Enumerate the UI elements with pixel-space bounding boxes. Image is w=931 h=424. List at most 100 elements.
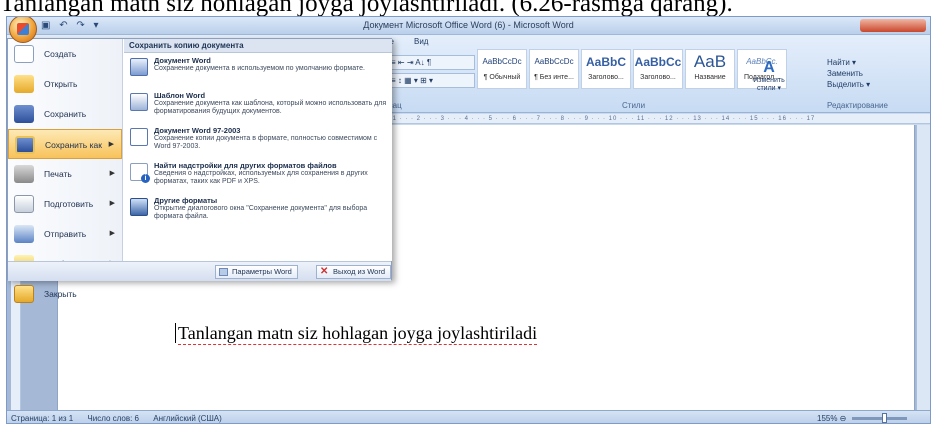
window-title: Документ Microsoft Office Word (6) - Mic… — [363, 20, 574, 30]
group-labels: зац Стили Редактирование — [387, 101, 930, 113]
style-name: ¶ Без инте... — [534, 74, 574, 81]
change-styles-button[interactable]: A Изменить стили ▾ — [747, 59, 791, 92]
menu-item-label: Отправить — [44, 229, 87, 239]
zoom-slider[interactable] — [852, 417, 907, 420]
style-name: Название — [694, 74, 726, 81]
save-as-option-title: Шаблон Word — [154, 91, 206, 100]
horizontal-ruler[interactable]: · 1 · · · 2 · · · 3 · · · 4 · · · 5 · · … — [387, 114, 930, 124]
options-icon — [219, 268, 228, 276]
style-tile[interactable]: AaBbC Заголово... — [581, 49, 631, 89]
language-indicator[interactable]: Английский (США) — [153, 414, 222, 423]
title-bar: ▣ ↶ ↷ ▾ Документ Microsoft Office Word (… — [7, 17, 930, 35]
save-as-submenu: Сохранить копию документа Документ Word С… — [124, 39, 392, 261]
change-styles-label: Изменить стили ▾ — [753, 77, 785, 92]
editing-group-label: Редактирование — [827, 101, 888, 110]
save-as-option[interactable]: Шаблон Word Сохранение документа как шабл… — [124, 88, 392, 123]
other-formats-icon — [130, 198, 148, 216]
style-name: Заголово... — [588, 74, 624, 81]
menu-item[interactable]: Сохранить — [8, 99, 122, 129]
submenu-arrow-icon: ▶ — [109, 200, 115, 207]
zoom-slider-knob[interactable] — [882, 413, 887, 423]
save-as-option[interactable]: Найти надстройки для других форматов фай… — [124, 158, 392, 193]
menu-item[interactable]: Печать ▶ — [8, 159, 122, 189]
office-menu: Создать Открыть Сохранить Сохранить как ▶ Печ… — [7, 38, 392, 303]
close-folder-icon — [14, 285, 34, 303]
tab-view[interactable]: Вид — [414, 37, 428, 46]
menu-item[interactable]: Сохранить как ▶ — [8, 129, 122, 159]
word-97-icon — [130, 128, 148, 146]
exit-word-button[interactable]: ✕ Выход из Word — [316, 265, 392, 279]
style-tile[interactable]: AaBbCcDc ¶ Без инте... — [529, 49, 579, 89]
vertical-scrollbar[interactable] — [916, 125, 930, 410]
prepare-icon — [14, 195, 34, 213]
submenu-arrow-icon: ▶ — [109, 230, 115, 237]
find-button[interactable]: Найти ▾ — [827, 57, 870, 68]
save-disk-icon — [14, 105, 34, 123]
menu-item[interactable]: Закрыть — [8, 279, 122, 309]
save-as-option-description: Сохранение документа как шаблона, которы… — [154, 100, 387, 115]
style-tile[interactable]: AaB Название — [685, 49, 735, 89]
paragraph-buttons-row1[interactable]: ≡ ⇤ ⇥ A↓ ¶ — [387, 55, 475, 70]
office-menu-commands: Создать Открыть Сохранить Сохранить как ▶ Печ… — [8, 39, 123, 303]
change-styles-icon: A — [763, 59, 775, 76]
style-sample: AaBbCc — [634, 55, 682, 69]
word-options-button[interactable]: Параметры Word — [215, 265, 298, 279]
printer-icon — [14, 165, 34, 183]
window-controls[interactable] — [860, 19, 926, 32]
word-window: ▣ ↶ ↷ ▾ Документ Microsoft Office Word (… — [6, 16, 931, 424]
office-button[interactable] — [9, 17, 37, 43]
office-logo-icon — [17, 23, 29, 35]
text-cursor — [175, 323, 176, 343]
open-folder-icon — [14, 75, 34, 93]
style-tile[interactable]: AaBbCcDc ¶ Обычный — [477, 49, 527, 89]
submenu-arrow-icon: ▶ — [108, 141, 114, 148]
save-as-option-title: Другие форматы — [154, 196, 218, 205]
menu-item[interactable]: Отправить ▶ — [8, 219, 122, 249]
editing-group: Найти ▾ Заменить Выделить ▾ — [827, 57, 870, 90]
menu-item-label: Сохранить — [44, 109, 87, 119]
save-as-option[interactable]: Документ Word 97-2003 Сохранение копии до… — [124, 123, 392, 158]
paragraph-group: ≡ ⇤ ⇥ A↓ ¶ ≡ ↕ ▦ ▾ ⊞ ▾ — [387, 55, 475, 89]
style-sample: AaBbCcDc — [534, 57, 574, 66]
style-tile[interactable]: AaBbCc Заголово... — [633, 49, 683, 89]
submenu-arrow-icon: ▶ — [109, 170, 115, 177]
save-as-option-title: Документ Word — [154, 56, 211, 65]
replace-button[interactable]: Заменить — [827, 68, 870, 79]
style-sample: AaB — [693, 52, 727, 71]
save-as-option-description: Сведения о надстройках, используемых для… — [154, 170, 368, 185]
save-as-option[interactable]: Другие форматы Открытие диалогового окна … — [124, 193, 392, 228]
exit-word-label: Выход из Word — [333, 267, 386, 276]
menu-item[interactable]: Открыть — [8, 69, 122, 99]
document-text[interactable]: Tanlangan matn siz hohlagan joyga joylas… — [178, 323, 538, 345]
new-document-icon — [14, 45, 34, 63]
word-template-icon — [130, 93, 148, 111]
style-name: ¶ Обычный — [483, 74, 521, 81]
menu-item-label: Создать — [44, 49, 77, 59]
word-count[interactable]: Число слов: 6 — [87, 414, 139, 423]
save-as-icon — [15, 136, 35, 154]
save-as-submenu-header: Сохранить копию документа — [124, 39, 392, 53]
menu-item-label: Подготовить — [44, 199, 94, 209]
page-count[interactable]: Страница: 1 из 1 — [11, 414, 73, 423]
menu-item[interactable]: Подготовить ▶ — [8, 189, 122, 219]
status-left: Страница: 1 из 1 Число слов: 6 Английски… — [11, 414, 234, 423]
styles-group-label: Стили — [622, 101, 646, 110]
save-as-option[interactable]: Документ Word Сохранение документа в испо… — [124, 53, 392, 88]
menu-item[interactable]: Создать — [8, 39, 122, 69]
office-menu-footer: Параметры Word ✕ Выход из Word — [8, 261, 392, 281]
word-document-icon — [130, 58, 148, 76]
zoom-level[interactable]: 155% ⊖ — [817, 414, 846, 423]
style-sample: AaBbCcDc — [482, 57, 522, 66]
style-sample: AaBbC — [585, 55, 626, 69]
save-as-option-title: Найти надстройки для других форматов фай… — [154, 161, 337, 170]
add-in-info-icon — [130, 163, 150, 183]
menu-item-label: Сохранить как — [45, 140, 102, 150]
word-options-label: Параметры Word — [232, 267, 292, 276]
save-as-option-title: Документ Word 97-2003 — [154, 126, 241, 135]
menu-item-label: Открыть — [44, 79, 78, 89]
status-bar: Страница: 1 из 1 Число слов: 6 Английски… — [7, 410, 930, 423]
select-button[interactable]: Выделить ▾ — [827, 79, 870, 90]
save-as-option-description: Открытие диалогового окна "Сохранение до… — [154, 205, 368, 220]
style-name: Заголово... — [640, 74, 676, 81]
paragraph-buttons-row2[interactable]: ≡ ↕ ▦ ▾ ⊞ ▾ — [387, 73, 475, 88]
